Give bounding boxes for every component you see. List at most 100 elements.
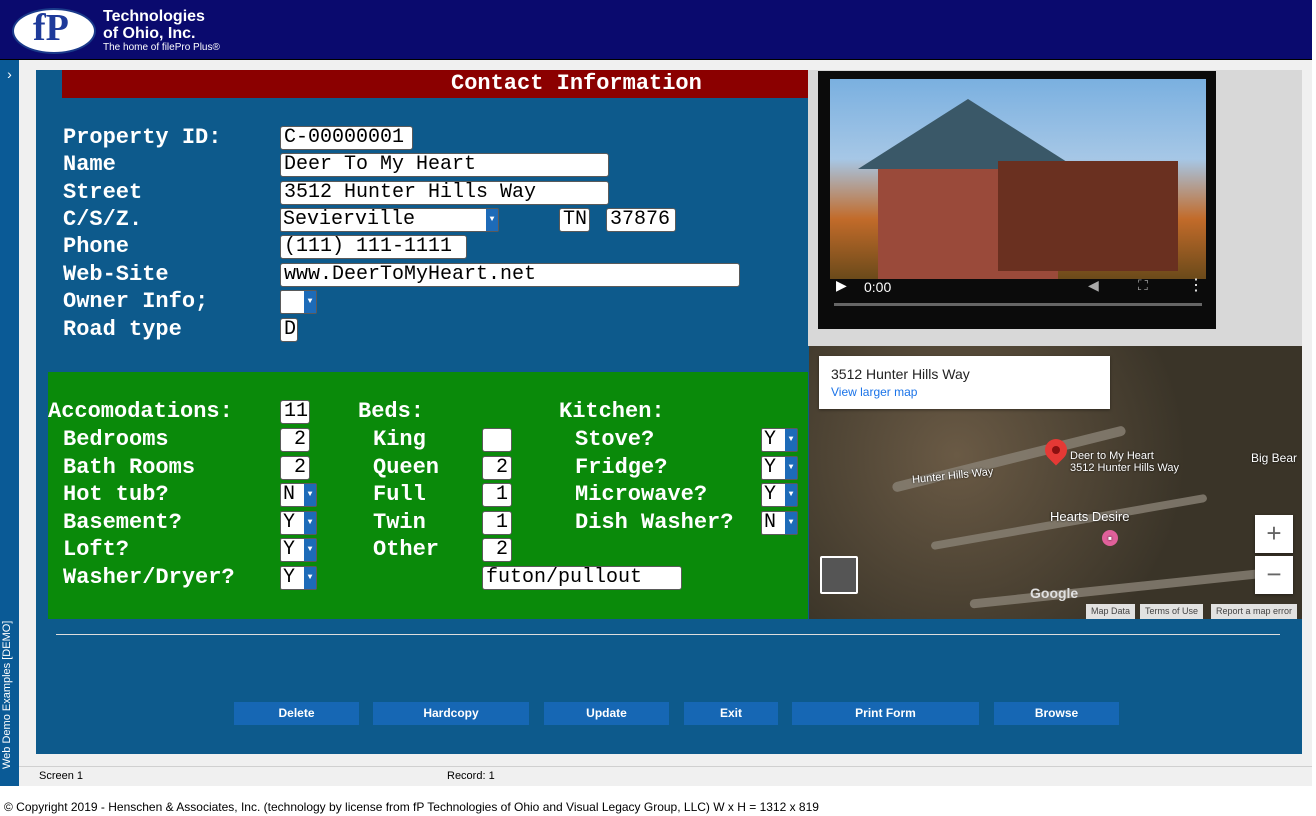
stove-value: Y: [764, 428, 777, 451]
label-website: Web-Site: [63, 262, 169, 287]
label-owner-info: Owner Info;: [63, 289, 209, 314]
phone-field[interactable]: (111) 111-1111: [280, 235, 467, 259]
microwave-select[interactable]: Y ▼: [761, 483, 798, 507]
washer-dryer-value: Y: [283, 566, 296, 589]
other-field[interactable]: 2: [482, 538, 512, 562]
cabin-porch: [998, 161, 1178, 271]
map-info-card: 3512 Hunter Hills Way View larger map: [819, 356, 1110, 409]
label-dish-washer: Dish Washer?: [575, 510, 734, 535]
label-loft: Loft?: [63, 537, 130, 562]
map-card-address: 3512 Hunter Hills Way: [831, 366, 970, 382]
property-video[interactable]: ▶ 0:00 ◀ ⛶ ⋮: [818, 71, 1216, 329]
seek-bar[interactable]: [834, 303, 1202, 306]
zip-field[interactable]: 37876: [606, 208, 676, 232]
dropdown-arrow-icon[interactable]: ▼: [785, 512, 797, 534]
owner-info-select[interactable]: ▼: [280, 290, 317, 314]
loft-value: Y: [283, 538, 296, 561]
zoom-out-button[interactable]: −: [1255, 556, 1293, 594]
label-full: Full: [373, 482, 426, 507]
city-value: Sevierville: [283, 208, 416, 231]
report-map-error-link[interactable]: Report a map error: [1211, 604, 1298, 619]
dropdown-arrow-icon[interactable]: ▼: [785, 457, 797, 479]
label-phone: Phone: [63, 234, 130, 259]
brand-line-1: Technologies: [103, 8, 205, 25]
label-basement: Basement?: [63, 510, 182, 535]
label-washer-dryer: Washer/Dryer?: [63, 565, 235, 590]
map-edge-label: Big Bear: [1251, 451, 1298, 465]
property-id-field[interactable]: C-00000001: [280, 126, 413, 150]
video-controls: ▶ 0:00 ◀ ⛶ ⋮: [818, 269, 1216, 309]
accom-total-field[interactable]: 11: [280, 400, 310, 424]
street-field[interactable]: 3512 Hunter Hills Way: [280, 181, 609, 205]
label-other: Other: [373, 537, 440, 562]
map-data-link[interactable]: Map Data: [1086, 604, 1136, 619]
bedrooms-field[interactable]: 2: [280, 428, 310, 452]
loft-select[interactable]: Y ▼: [280, 538, 317, 562]
dropdown-arrow-icon[interactable]: ▼: [304, 567, 316, 589]
label-queen: Queen: [373, 455, 440, 480]
brand-line-2: of Ohio, Inc.: [103, 25, 196, 42]
label-twin: Twin: [373, 510, 426, 535]
fridge-value: Y: [764, 456, 777, 479]
bath-rooms-field[interactable]: 2: [280, 456, 310, 480]
update-button[interactable]: Update: [544, 702, 669, 725]
label-csz: C/S/Z.: [63, 207, 143, 232]
road-type-field[interactable]: D: [280, 318, 298, 342]
basement-value: Y: [283, 511, 296, 534]
stove-select[interactable]: Y ▼: [761, 428, 798, 452]
city-select[interactable]: Sevierville ▼: [280, 208, 499, 232]
website-field[interactable]: www.DeerToMyHeart.net: [280, 263, 740, 287]
accom-header: Accomodations:: [48, 399, 233, 424]
dropdown-arrow-icon[interactable]: ▼: [304, 484, 316, 506]
dish-washer-value: N: [764, 511, 777, 534]
status-screen: Screen 1: [39, 770, 84, 782]
map-type-toggle[interactable]: [820, 556, 858, 594]
washer-dryer-select[interactable]: Y ▼: [280, 566, 317, 590]
name-field[interactable]: Deer To My Heart: [280, 153, 609, 177]
label-king: King: [373, 427, 426, 452]
exit-button[interactable]: Exit: [684, 702, 778, 725]
dropdown-arrow-icon[interactable]: ▼: [304, 539, 316, 561]
fullscreen-icon[interactable]: ⛶: [1138, 277, 1148, 294]
label-bedrooms: Bedrooms: [63, 427, 169, 452]
form-title: Contact Information: [451, 71, 702, 96]
terms-of-use-link[interactable]: Terms of Use: [1140, 604, 1204, 619]
status-record: Record: 1: [447, 770, 495, 782]
other-description-field[interactable]: futon/pullout: [482, 566, 682, 590]
dropdown-arrow-icon[interactable]: ▼: [785, 429, 797, 451]
more-options-icon[interactable]: ⋮: [1188, 275, 1204, 295]
state-field[interactable]: TN: [559, 208, 590, 232]
label-microwave: Microwave?: [575, 482, 708, 507]
full-field[interactable]: 1: [482, 483, 512, 507]
delete-button[interactable]: Delete: [234, 702, 359, 725]
owner-dropdown-arrow-icon[interactable]: ▼: [304, 291, 316, 313]
logo-mark: fP: [33, 7, 69, 49]
dish-washer-select[interactable]: N ▼: [761, 511, 798, 535]
twin-field[interactable]: 1: [482, 511, 512, 535]
label-stove: Stove?: [575, 427, 655, 452]
hot-tub-select[interactable]: N ▼: [280, 483, 317, 507]
side-panel-label-wrap: Web Demo Examples [DEMO]: [1, 60, 18, 786]
king-field[interactable]: [482, 428, 512, 452]
play-icon[interactable]: ▶: [836, 277, 847, 294]
view-larger-map-link[interactable]: View larger map: [831, 385, 917, 399]
zoom-in-button[interactable]: +: [1255, 515, 1293, 553]
dropdown-arrow-icon[interactable]: ▼: [304, 512, 316, 534]
queen-field[interactable]: 2: [482, 456, 512, 480]
hotel-icon: ▪: [1102, 530, 1118, 546]
copyright-footer: © Copyright 2019 - Henschen & Associates…: [4, 800, 819, 814]
city-dropdown-arrow-icon[interactable]: ▼: [486, 209, 498, 231]
volume-icon[interactable]: ◀: [1088, 277, 1099, 294]
label-name: Name: [63, 152, 116, 177]
print-form-button[interactable]: Print Form: [792, 702, 979, 725]
pin-title: Deer to My Heart: [1070, 450, 1154, 462]
basement-select[interactable]: Y ▼: [280, 511, 317, 535]
form-divider: [56, 634, 1280, 635]
label-property-id: Property ID:: [63, 125, 222, 150]
hardcopy-button[interactable]: Hardcopy: [373, 702, 529, 725]
kitchen-header: Kitchen:: [559, 399, 665, 424]
fridge-select[interactable]: Y ▼: [761, 456, 798, 480]
browse-button[interactable]: Browse: [994, 702, 1119, 725]
dropdown-arrow-icon[interactable]: ▼: [785, 484, 797, 506]
status-bar: [19, 766, 1312, 786]
